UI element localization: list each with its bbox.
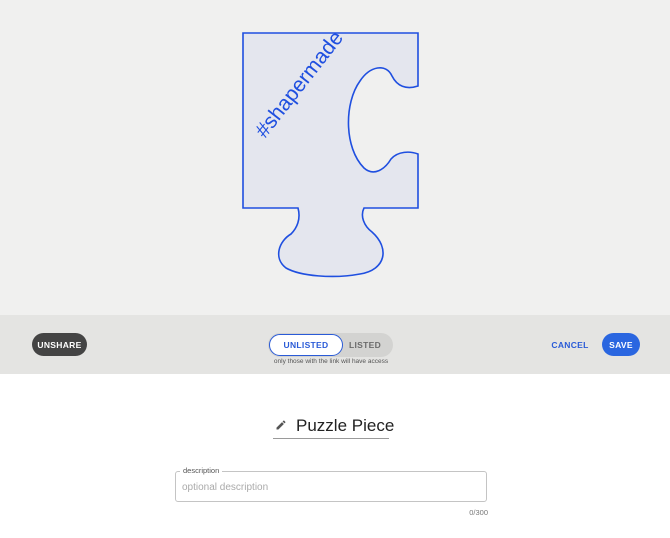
visibility-helper-text: only those with the link will have acces…: [273, 358, 389, 365]
save-button[interactable]: SAVE: [602, 333, 640, 356]
visibility-option-unlisted[interactable]: UNLISTED: [269, 334, 343, 356]
shape-preview: #shapermade: [0, 0, 670, 315]
unshare-button[interactable]: UNSHARE: [32, 333, 87, 356]
visibility-toggle[interactable]: UNLISTED LISTED: [268, 333, 393, 357]
description-label: description: [180, 466, 223, 475]
pencil-icon[interactable]: [275, 419, 287, 431]
design-title[interactable]: Puzzle Piece: [296, 416, 394, 436]
design-title-field[interactable]: Puzzle Piece: [273, 414, 394, 439]
description-field[interactable]: [175, 471, 487, 502]
puzzle-piece-shape: #shapermade: [242, 27, 419, 278]
description-char-counter: 0/300: [469, 508, 488, 517]
description-input[interactable]: [182, 479, 480, 495]
puzzle-piece-outline: [242, 32, 419, 278]
visibility-option-listed[interactable]: LISTED: [344, 333, 386, 357]
cancel-button[interactable]: CANCEL: [548, 335, 592, 355]
share-toolbar: UNSHARE UNLISTED LISTED only those with …: [0, 315, 670, 374]
